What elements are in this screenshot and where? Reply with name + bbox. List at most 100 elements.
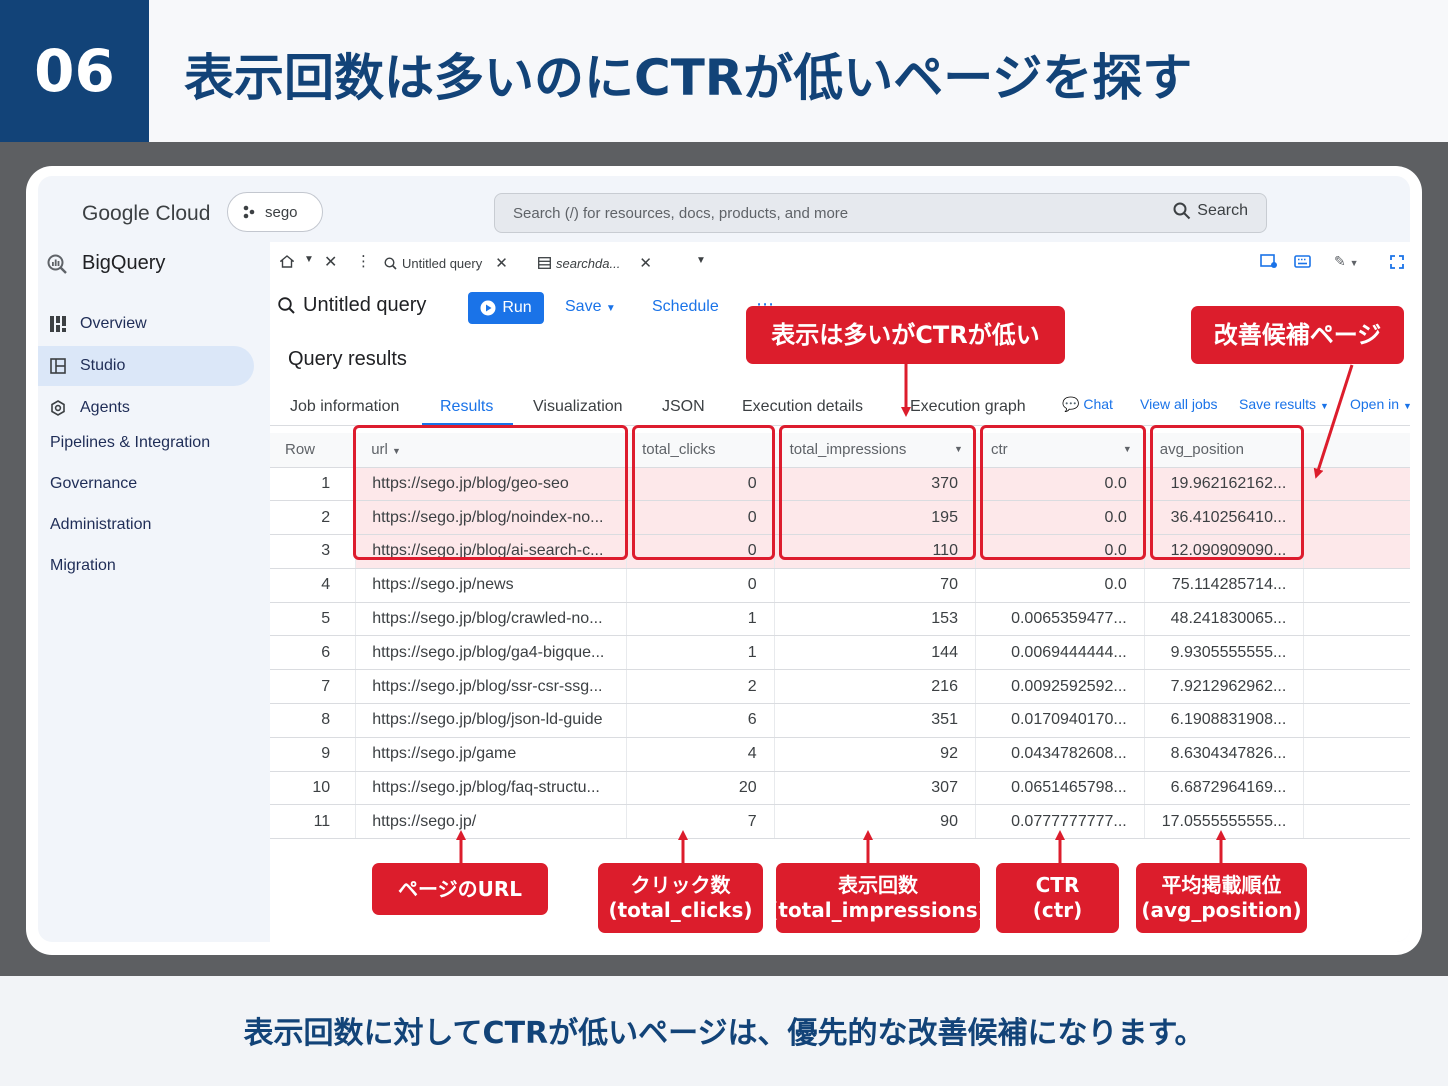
tab-results[interactable]: Results bbox=[440, 398, 493, 416]
tab-label: Untitled query bbox=[402, 255, 483, 271]
column-header-label: url bbox=[371, 441, 388, 459]
sidebar-item-label: Agents bbox=[80, 399, 130, 416]
close-icon[interactable]: ✕ bbox=[324, 252, 337, 272]
avg-position-cell: 36.410256410... bbox=[1144, 500, 1305, 536]
callout-line: 表示回数 bbox=[838, 873, 918, 897]
column-header-avg-position[interactable]: avg_position bbox=[1144, 433, 1305, 468]
sidebar-item-label: Overview bbox=[80, 315, 147, 332]
home-icon[interactable] bbox=[280, 255, 294, 268]
fullscreen-icon[interactable] bbox=[1390, 255, 1404, 269]
google-cloud-logo[interactable]: Google Cloud bbox=[82, 202, 210, 226]
close-icon[interactable]: ✕ bbox=[639, 254, 652, 272]
callout-improvement-candidates: 改善候補ページ bbox=[1191, 306, 1404, 364]
save-button[interactable]: Save ▼ bbox=[565, 298, 616, 316]
tab-execution-graph[interactable]: Execution graph bbox=[910, 398, 1026, 416]
close-icon[interactable]: ✕ bbox=[495, 254, 508, 272]
save-label: Save bbox=[565, 298, 602, 315]
column-header-total-impressions[interactable]: total_impressions ▼ bbox=[774, 433, 976, 468]
callout-line: 平均掲載順位 bbox=[1161, 873, 1282, 897]
row-number-cell: 7 bbox=[270, 669, 357, 705]
chevron-down-icon: ▼ bbox=[605, 303, 616, 314]
row-number-cell: 6 bbox=[270, 635, 357, 671]
ctr-cell: 0.0092592592... bbox=[975, 669, 1145, 705]
console-search-bar[interactable]: Search (/) for resources, docs, products… bbox=[494, 193, 1267, 233]
search-icon bbox=[1173, 202, 1191, 220]
row-number-cell: 4 bbox=[270, 568, 357, 603]
compose-icon[interactable] bbox=[1260, 254, 1278, 269]
open-in-button[interactable]: Open in ▼ bbox=[1350, 396, 1410, 412]
avg-position-cell: 17.0555555555... bbox=[1144, 804, 1305, 840]
table-row: 10 https://sego.jp/blog/faq-structu... 20 3… bbox=[270, 771, 1410, 806]
keyboard-icon[interactable] bbox=[1294, 255, 1311, 268]
chevron-down-icon[interactable]: ▼ bbox=[696, 255, 706, 266]
ctr-cell: 0.0 bbox=[975, 467, 1145, 502]
table-row: 11 https://sego.jp/7 90 0.0777777777... 17.0… bbox=[270, 804, 1410, 840]
open-in-label: Open in bbox=[1350, 396, 1400, 412]
total-impressions-cell: 370 bbox=[774, 467, 976, 502]
tab-label: searchda... bbox=[556, 255, 621, 271]
avg-position-cell: 19.962162162... bbox=[1144, 467, 1305, 502]
total-impressions-cell: 144 bbox=[774, 635, 976, 671]
tab-execution-details[interactable]: Execution details bbox=[742, 398, 863, 416]
table-row: 9 https://sego.jp/game 4 92 0.0434782608... 8… bbox=[270, 737, 1410, 772]
sidebar-section-administration[interactable]: Administration bbox=[50, 516, 151, 534]
run-button[interactable]: Run bbox=[468, 292, 544, 324]
sidebar-item-overview[interactable]: Overview bbox=[38, 304, 254, 344]
project-picker[interactable]: sego bbox=[227, 192, 323, 232]
bigquery-header[interactable]: BigQuery bbox=[46, 252, 165, 275]
spacer-cell bbox=[1303, 703, 1410, 738]
row-number-cell: 3 bbox=[270, 534, 357, 569]
ctr-cell: 0.0 bbox=[975, 568, 1145, 603]
total-clicks-cell: 1 bbox=[626, 635, 775, 671]
chevron-down-icon: ▼ bbox=[392, 446, 401, 457]
spacer-cell bbox=[1303, 737, 1410, 772]
row-number-cell: 10 bbox=[270, 771, 357, 806]
more-vert-icon[interactable]: ⋮ bbox=[356, 252, 371, 270]
avg-position-cell: 6.6872964169... bbox=[1144, 771, 1305, 806]
sidebar-item-studio[interactable]: Studio bbox=[38, 346, 254, 386]
tab-json[interactable]: JSON bbox=[662, 398, 705, 416]
save-results-button[interactable]: Save results ▼ bbox=[1239, 396, 1329, 412]
sidebar-section-migration[interactable]: Migration bbox=[50, 557, 116, 575]
spacer-cell bbox=[1303, 500, 1410, 536]
view-all-jobs-link[interactable]: View all jobs bbox=[1140, 396, 1218, 412]
edit-icon[interactable]: ✎ ▼ bbox=[1334, 253, 1359, 270]
tab-job-information[interactable]: Job information bbox=[290, 398, 399, 416]
chat-button[interactable]: 💬 Chat bbox=[1062, 396, 1113, 413]
total-clicks-cell: 20 bbox=[626, 771, 775, 806]
project-name: sego bbox=[265, 203, 298, 221]
total-clicks-cell: 2 bbox=[626, 669, 775, 705]
left-sidebar: BigQuery Overview Studio Agents Pipeline… bbox=[38, 242, 270, 942]
table-row: 5 https://sego.jp/blog/crawled-no... 1 153 0… bbox=[270, 602, 1410, 637]
search-button[interactable]: Search bbox=[1173, 202, 1248, 220]
query-title-text: Untitled query bbox=[303, 294, 427, 316]
row-number-cell: 1 bbox=[270, 467, 357, 502]
ctr-cell: 0.0651465798... bbox=[975, 771, 1145, 806]
row-number-cell: 8 bbox=[270, 703, 357, 738]
chevron-down-icon[interactable]: ▼ bbox=[304, 254, 314, 265]
slide-caption: 表示回数に対してCTRが低いページは、優先的な改善候補になります。 bbox=[243, 1016, 1205, 1051]
row-number-cell: 11 bbox=[270, 804, 357, 840]
column-header-url[interactable]: url ▼ bbox=[355, 433, 628, 468]
sidebar-item-agents[interactable]: Agents bbox=[38, 388, 254, 428]
sidebar-section-governance[interactable]: Governance bbox=[50, 475, 137, 493]
url-cell: https://sego.jp/blog/ssr-csr-ssg... bbox=[355, 669, 628, 705]
column-header-ctr[interactable]: ctr ▼ bbox=[975, 433, 1145, 468]
tab-untitled-query[interactable]: Untitled query ✕ bbox=[384, 254, 508, 272]
bigquery-title: BigQuery bbox=[82, 252, 166, 274]
url-cell: https://sego.jp/ bbox=[355, 804, 628, 840]
column-header-total-clicks[interactable]: total_clicks bbox=[626, 433, 775, 468]
column-header-label: total_impressions bbox=[789, 441, 907, 459]
callout-url: ページのURL bbox=[372, 863, 548, 915]
tab-visualization[interactable]: Visualization bbox=[533, 398, 623, 416]
tab-searchdata[interactable]: searchda... ✕ bbox=[538, 254, 652, 272]
callout-line: (avg_position) bbox=[1141, 898, 1302, 922]
avg-position-cell: 9.9305555555... bbox=[1144, 635, 1305, 671]
query-icon bbox=[278, 297, 295, 314]
total-clicks-cell: 4 bbox=[626, 737, 775, 772]
schedule-button[interactable]: Schedule bbox=[652, 298, 719, 316]
avg-position-cell: 48.241830065... bbox=[1144, 602, 1305, 637]
sidebar-section-pipelines[interactable]: Pipelines & Integration bbox=[50, 434, 210, 452]
callout-line: (ctr) bbox=[1032, 898, 1083, 922]
avg-position-cell: 12.090909090... bbox=[1144, 534, 1305, 569]
